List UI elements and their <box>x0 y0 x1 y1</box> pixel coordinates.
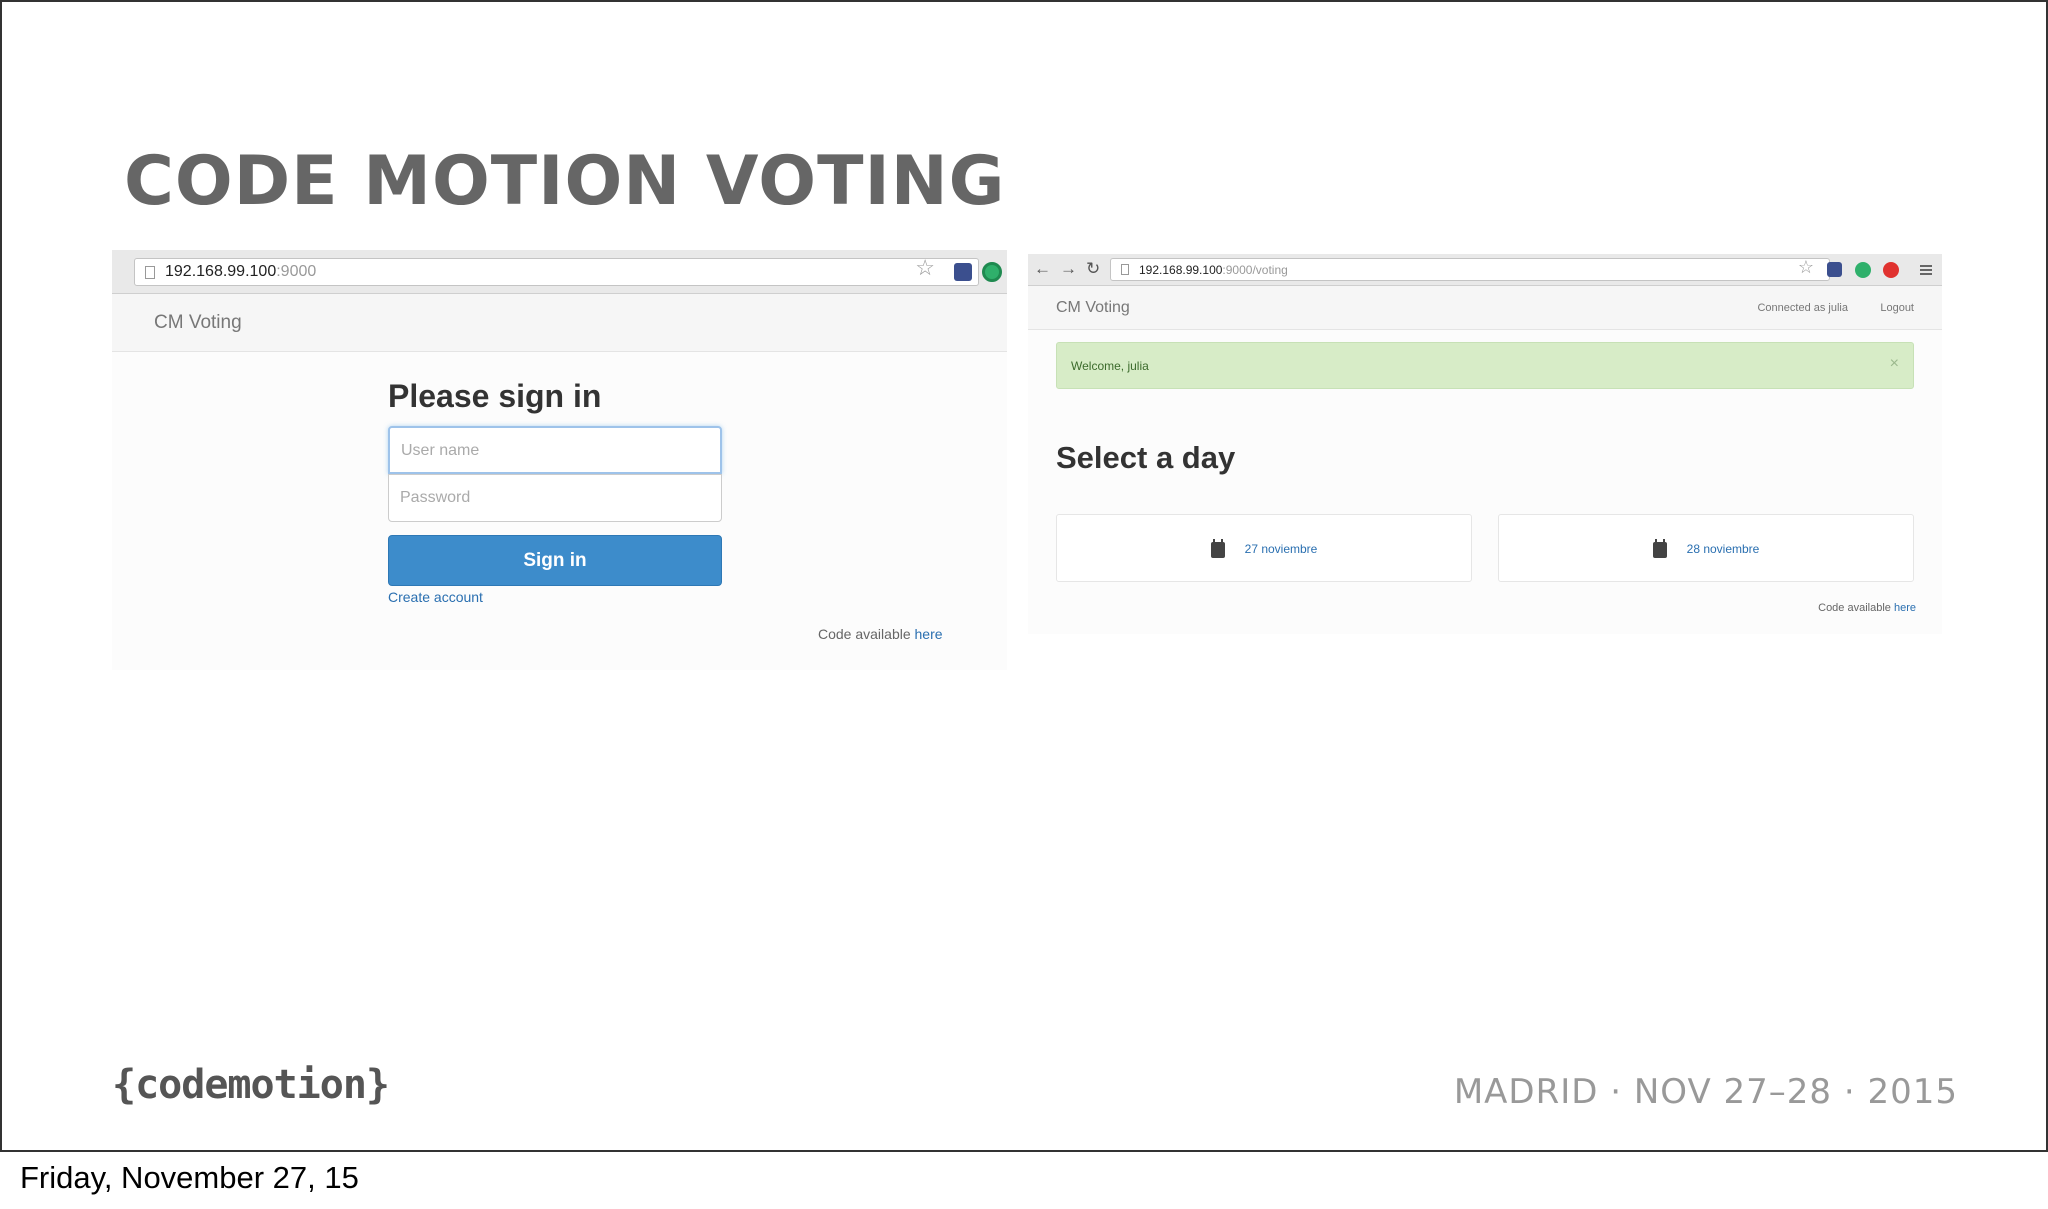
brand-link[interactable]: CM Voting <box>1056 299 1130 317</box>
star-icon[interactable]: ☆ <box>1798 257 1814 278</box>
slide-title: CODE MOTION VOTING <box>124 142 1006 221</box>
code-available-label: Code available <box>818 626 915 642</box>
calendar-icon <box>1652 538 1667 558</box>
code-available-label: Code available <box>1818 602 1894 614</box>
star-icon[interactable]: ☆ <box>915 255 935 281</box>
address-bar: ← → ↻ 192.168.99.100 :9000/voting ☆ <box>1028 254 1942 286</box>
navbar: CM Voting <box>112 294 1007 352</box>
address-bar: 192.168.99.100 :9000 ☆ <box>112 250 1007 294</box>
select-day-heading: Select a day <box>1056 440 1236 475</box>
reload-icon[interactable]: ↻ <box>1086 259 1100 279</box>
extension-green-icon[interactable] <box>982 262 1002 282</box>
event-info: MADRID · NOV 27–28 · 2015 <box>1453 1072 1958 1112</box>
logout-link[interactable]: Logout <box>1880 302 1914 314</box>
url-path: :9000/voting <box>1222 262 1288 277</box>
username-field[interactable]: User name <box>388 426 722 474</box>
forward-arrow-icon[interactable]: → <box>1060 259 1077 279</box>
create-account-link[interactable]: Create account <box>388 589 483 605</box>
day-link[interactable]: 28 noviembre <box>1687 542 1760 556</box>
url-host: 192.168.99.100 <box>1139 262 1223 277</box>
connected-user-text: Connected as julia <box>1757 302 1848 314</box>
page-icon <box>1121 264 1129 275</box>
calendar-icon <box>1210 538 1225 558</box>
signin-heading: Please sign in <box>388 378 602 414</box>
welcome-alert: Welcome, julia × <box>1056 342 1914 389</box>
extension-icon[interactable] <box>1827 262 1842 277</box>
navbar: CM Voting Connected as julia Logout <box>1028 286 1942 330</box>
url-field[interactable]: 192.168.99.100 :9000 <box>134 258 979 286</box>
adblock-icon[interactable] <box>1883 262 1899 278</box>
day-card-27[interactable]: 27 noviembre <box>1056 514 1472 582</box>
voting-browser-window: ← → ↻ 192.168.99.100 :9000/voting ☆ CM V… <box>1028 254 1942 634</box>
menu-icon[interactable] <box>1920 265 1932 275</box>
url-host: 192.168.99.100 <box>165 263 277 280</box>
login-browser-window: 192.168.99.100 :9000 ☆ CM Voting Please … <box>112 250 1007 670</box>
url-port: :9000 <box>276 263 317 280</box>
brand-link[interactable]: CM Voting <box>154 312 242 334</box>
day-link[interactable]: 27 noviembre <box>1245 542 1318 556</box>
code-available-text: Code available here <box>1818 602 1916 614</box>
sign-in-button[interactable]: Sign in <box>388 535 722 586</box>
url-field[interactable]: 192.168.99.100 :9000/voting <box>1110 258 1830 281</box>
close-icon[interactable]: × <box>1890 355 1899 373</box>
password-field[interactable]: Password <box>388 474 722 522</box>
extension-green-icon[interactable] <box>1855 262 1871 278</box>
codemotion-logo: {codemotion} <box>112 1062 390 1108</box>
date-caption: Friday, November 27, 15 <box>20 1160 359 1195</box>
slide: CODE MOTION VOTING 192.168.99.100 :9000 … <box>0 0 2048 1152</box>
day-card-28[interactable]: 28 noviembre <box>1498 514 1914 582</box>
page-icon <box>145 265 155 279</box>
code-available-text: Code available here <box>818 626 943 642</box>
code-here-link[interactable]: here <box>1894 602 1916 614</box>
back-arrow-icon[interactable]: ← <box>1034 259 1051 279</box>
alert-text: Welcome, julia <box>1071 359 1149 373</box>
code-here-link[interactable]: here <box>915 626 943 642</box>
extension-icon[interactable] <box>954 263 972 281</box>
